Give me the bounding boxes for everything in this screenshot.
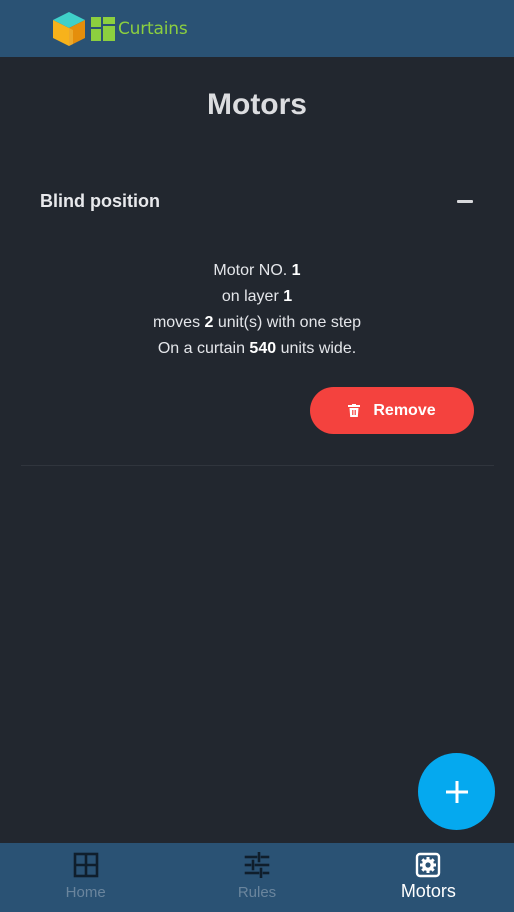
collapse-minus-icon[interactable]	[456, 192, 474, 210]
motor-layer-value: 1	[283, 288, 293, 305]
sliders-icon	[244, 852, 270, 878]
motor-number-value: 1	[291, 262, 301, 279]
plus-icon	[445, 780, 468, 803]
motor-layer-line: on layer 1	[0, 284, 514, 310]
tiles-logo-icon	[91, 16, 115, 41]
nav-label-rules: Rules	[237, 884, 277, 901]
motor-details: Motor NO. 1 on layer 1 moves 2 unit(s) w…	[0, 258, 514, 362]
motor-step-suffix: unit(s) with one step	[217, 314, 362, 331]
blind-position-header[interactable]: Blind position	[40, 187, 474, 215]
add-motor-button[interactable]	[418, 753, 495, 830]
curtain-width-prefix: On a curtain	[157, 340, 245, 357]
nav-label-motors: Motors	[400, 881, 456, 901]
grid-icon	[73, 852, 98, 878]
nav-label-home: Home	[65, 884, 106, 901]
motor-number-prefix: Motor NO.	[213, 262, 288, 279]
motor-step-line: moves 2 unit(s) with one step	[0, 310, 514, 336]
cube-logo-icon	[53, 11, 85, 46]
nav-item-home[interactable]: Home	[0, 843, 171, 912]
card-title: Blind position	[40, 190, 160, 211]
motor-layer-prefix: on layer	[221, 288, 279, 305]
page-title: Motors	[207, 88, 307, 121]
section-divider	[21, 465, 494, 466]
curtain-width-value: 540	[249, 340, 277, 357]
nav-item-motors[interactable]: Motors	[343, 843, 514, 912]
motor-number-line: Motor NO. 1	[0, 258, 514, 284]
gear-icon	[416, 852, 441, 878]
remove-button[interactable]: Remove	[310, 387, 474, 434]
bottom-navigation: Home Rules Motors	[0, 843, 514, 912]
top-app-bar: Curtains	[0, 0, 514, 57]
curtain-width-line: On a curtain 540 units wide.	[0, 336, 514, 362]
curtain-width-suffix: units wide.	[280, 340, 357, 357]
remove-button-label: Remove	[373, 401, 436, 419]
trash-icon	[348, 404, 361, 417]
app-name: Curtains	[118, 18, 188, 39]
motor-step-prefix: moves	[152, 314, 201, 331]
nav-item-rules[interactable]: Rules	[171, 843, 342, 912]
motor-step-value: 2	[204, 314, 214, 331]
